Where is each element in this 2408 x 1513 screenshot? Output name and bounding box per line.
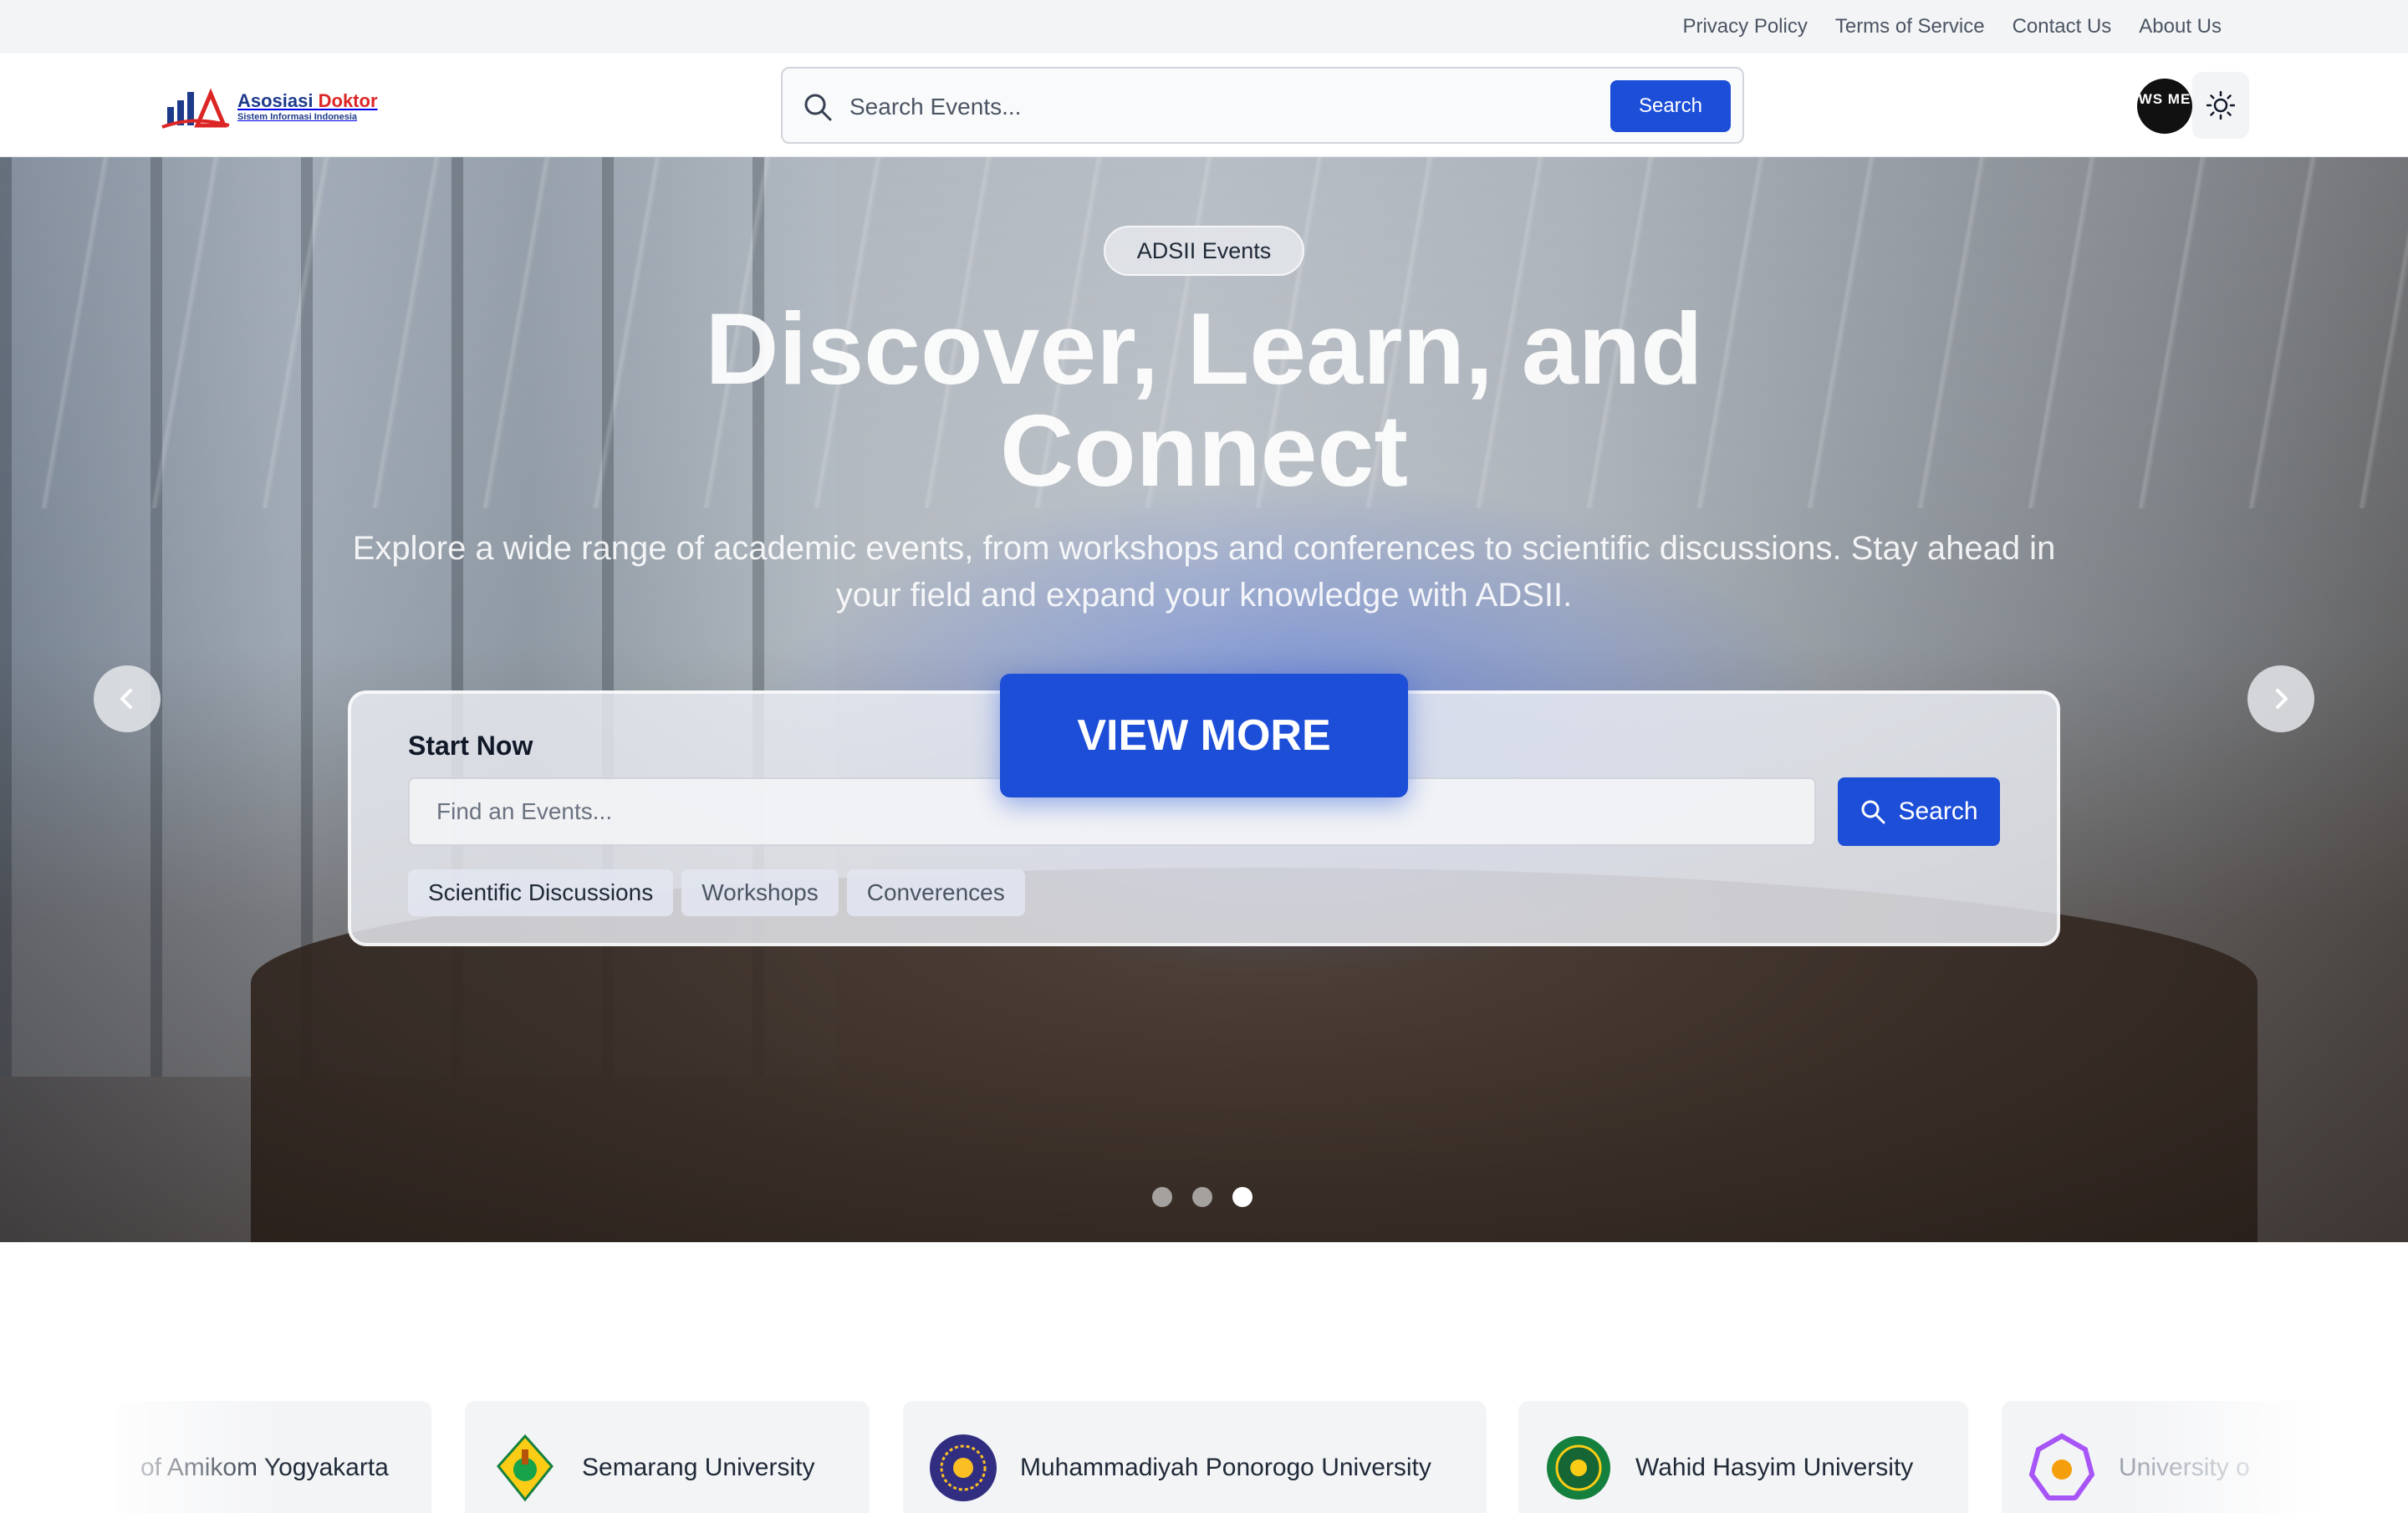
header-search: Search (781, 67, 1744, 144)
carousel-dots (1152, 1187, 1252, 1207)
site-header: Asosiasi Doktor Sistem Informasi Indones… (0, 53, 2408, 157)
view-more-button[interactable]: VIEW MORE (1000, 674, 1408, 797)
partner-card[interactable]: Muhammadiyah Ponorogo University (903, 1401, 1487, 1513)
partner-name: Wahid Hasyim University (1635, 1454, 1914, 1481)
top-utility-bar: Privacy Policy Terms of Service Contact … (0, 0, 2408, 53)
logo-mark-icon (161, 88, 230, 129)
search-icon (1861, 800, 1885, 824)
header-search-button[interactable]: Search (1610, 80, 1731, 132)
partner-card[interactable]: Semarang University (465, 1401, 870, 1513)
logo-tagline: Sistem Informasi Indonesia (237, 112, 358, 122)
university-seal-icon (497, 1434, 554, 1502)
hero-carousel: ADSII Events Discover, Learn, and Connec… (0, 157, 2408, 1242)
carousel-next-button[interactable] (2247, 665, 2314, 732)
logo-word-1: Asosiasi (237, 90, 314, 111)
header-search-input[interactable] (849, 84, 1535, 130)
university-seal-icon (930, 1434, 997, 1501)
about-us-link[interactable]: About Us (2139, 15, 2222, 38)
site-logo[interactable]: Asosiasi Doktor Sistem Informasi Indones… (161, 84, 388, 130)
partner-card[interactable]: University o (2002, 1401, 2353, 1513)
partner-name: Semarang University (582, 1454, 815, 1481)
university-seal-icon (1547, 1436, 1610, 1500)
carousel-dot-3[interactable] (1232, 1187, 1252, 1207)
chip-workshops[interactable]: Workshops (681, 869, 839, 916)
partner-card[interactable]: of Amikom Yogyakarta (117, 1401, 431, 1513)
chip-conferences[interactable]: Converences (846, 869, 1025, 916)
chevron-left-icon (120, 689, 132, 709)
chip-scientific-discussions[interactable]: Scientific Discussions (408, 869, 674, 916)
partner-universities: of Amikom Yogyakarta Semarang University… (0, 1401, 2408, 1513)
top-links: Privacy Policy Terms of Service Contact … (1682, 0, 2222, 53)
partner-card[interactable]: Wahid Hasyim University (1518, 1401, 1968, 1513)
category-chips: Scientific Discussions Workshops Convere… (408, 869, 1025, 916)
carousel-dot-1[interactable] (1152, 1187, 1172, 1207)
privacy-policy-link[interactable]: Privacy Policy (1682, 15, 1807, 38)
terms-of-service-link[interactable]: Terms of Service (1835, 15, 1985, 38)
event-search-button[interactable]: Search (1838, 777, 2000, 846)
logo-text: Asosiasi Doktor Sistem Informasi Indones… (237, 92, 378, 122)
university-seal-icon (2028, 1433, 2095, 1500)
partner-name: University o (2119, 1454, 2250, 1481)
search-icon (804, 94, 832, 121)
chevron-right-icon (2276, 689, 2288, 709)
carousel-dot-2[interactable] (1192, 1187, 1212, 1207)
sun-icon (2206, 91, 2235, 120)
hero-subtitle: Explore a wide range of academic events,… (352, 530, 2056, 614)
search-card-title: Start Now (408, 731, 533, 761)
hero-badge: ADSII Events (1104, 226, 1304, 276)
logo-word-2: Doktor (318, 90, 378, 111)
event-search-button-label: Search (1898, 797, 1978, 825)
partner-name: of Amikom Yogyakarta (140, 1454, 389, 1481)
avatar[interactable]: WS ME (2137, 79, 2192, 134)
contact-us-link[interactable]: Contact Us (2013, 15, 2112, 38)
partner-name: Muhammadiyah Ponorogo University (1020, 1454, 1431, 1481)
carousel-prev-button[interactable] (94, 665, 161, 732)
theme-toggle-button[interactable] (2192, 72, 2249, 139)
hero-title: Discover, Learn, and Connect (705, 292, 1703, 507)
